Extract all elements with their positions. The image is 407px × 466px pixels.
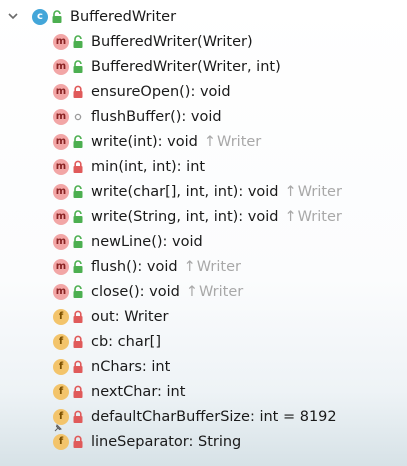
method-icon: m	[53, 158, 69, 175]
item-label: lineSeparator: String	[91, 433, 242, 450]
item-label: nextChar: int	[91, 383, 186, 400]
lock-icon	[72, 435, 84, 449]
method-icon: m	[53, 33, 69, 50]
method-icon: m	[53, 283, 69, 300]
field-icon: f	[53, 358, 69, 375]
inherited-class: Writer	[217, 133, 262, 150]
inherited-from: ↑Writer	[186, 284, 243, 300]
unlock-icon	[72, 234, 84, 249]
tree-item[interactable]: m flush(): void ↑Writer	[0, 254, 407, 279]
method-icon: m	[53, 258, 69, 275]
item-label: close(): void	[91, 283, 180, 300]
structure-panel: c BufferedWriter m BufferedWriter(Writer)…	[0, 0, 407, 466]
up-arrow-icon: ↑	[183, 258, 196, 275]
unlock-icon	[51, 9, 63, 24]
item-label: write(char[], int, int): void	[91, 183, 279, 200]
item-label: newLine(): void	[91, 233, 203, 250]
tree-item[interactable]: m write(String, int, int): void ↑Writer	[0, 204, 407, 229]
unlock-icon	[72, 284, 84, 299]
tree-item[interactable]: f out: Writer	[0, 304, 407, 329]
inherited-from: ↑Writer	[285, 184, 342, 200]
tree-item[interactable]: m BufferedWriter(Writer, int)	[0, 54, 407, 79]
field-icon: f	[53, 433, 69, 450]
up-arrow-icon: ↑	[185, 283, 198, 300]
item-label: BufferedWriter(Writer, int)	[91, 58, 281, 75]
tree-item[interactable]: f defaultCharBufferSize: int = 8192	[0, 404, 407, 432]
unlock-icon	[72, 134, 84, 149]
tree-item[interactable]: f nChars: int	[0, 354, 407, 379]
item-label: ensureOpen(): void	[91, 83, 231, 100]
class-icon: c	[32, 8, 48, 25]
item-label: flush(): void	[91, 258, 178, 275]
inherited-from: ↑Writer	[204, 134, 261, 150]
method-icon: m	[53, 183, 69, 200]
up-arrow-icon: ↑	[284, 208, 297, 225]
tree-item[interactable]: m newLine(): void	[0, 229, 407, 254]
item-label: nChars: int	[91, 358, 171, 375]
unlock-icon	[72, 184, 84, 199]
tree-item[interactable]: m ensureOpen(): void	[0, 79, 407, 104]
tree-item[interactable]: f cb: char[]	[0, 329, 407, 354]
item-label: BufferedWriter(Writer)	[91, 33, 253, 50]
method-icon: m	[53, 208, 69, 225]
lock-icon	[72, 310, 84, 324]
inherited-from: ↑Writer	[184, 259, 241, 275]
item-label: cb: char[]	[91, 333, 161, 350]
up-arrow-icon: ↑	[203, 133, 217, 150]
method-icon: m	[53, 108, 69, 125]
item-label: write(int): void	[91, 133, 198, 150]
class-name: BufferedWriter	[70, 8, 177, 25]
method-icon: m	[53, 233, 69, 250]
tree-item[interactable]: m min(int, int): int	[0, 154, 407, 179]
tree-item[interactable]: f lineSeparator: String	[0, 429, 407, 454]
inherited-from: ↑Writer	[284, 209, 341, 225]
tree-item[interactable]: m write(int): void ↑Writer	[0, 129, 407, 154]
lock-icon	[72, 360, 84, 374]
inherited-class: Writer	[199, 283, 244, 300]
field-icon: f	[53, 383, 69, 400]
lock-icon	[72, 385, 84, 399]
item-label: min(int, int): int	[91, 158, 206, 175]
tree-item[interactable]: m close(): void ↑Writer	[0, 279, 407, 304]
unlock-icon	[72, 59, 84, 74]
method-icon: m	[53, 133, 69, 150]
item-label: write(String, int, int): void	[91, 208, 279, 225]
chevron-down-icon[interactable]	[7, 10, 19, 22]
tree-item[interactable]: m BufferedWriter(Writer)	[0, 29, 407, 54]
inherited-class: Writer	[196, 258, 241, 275]
tree-root-buffered-writer[interactable]: c BufferedWriter	[0, 4, 407, 29]
method-icon: m	[53, 58, 69, 75]
lock-icon	[72, 85, 84, 99]
unlock-icon	[72, 209, 84, 224]
lock-icon	[72, 335, 84, 349]
unlock-icon	[72, 259, 84, 274]
circle-icon	[72, 110, 84, 124]
item-label: defaultCharBufferSize: int = 8192	[91, 408, 337, 425]
tree-item[interactable]: f nextChar: int	[0, 379, 407, 404]
up-arrow-icon: ↑	[284, 183, 297, 200]
inherited-class: Writer	[297, 183, 342, 200]
lock-icon	[72, 160, 84, 174]
tree-item[interactable]: m flushBuffer(): void	[0, 104, 407, 129]
unlock-icon	[72, 34, 84, 49]
method-icon: m	[53, 83, 69, 100]
tree-item[interactable]: m write(char[], int, int): void ↑Writer	[0, 179, 407, 204]
inherited-class: Writer	[297, 208, 342, 225]
item-label: flushBuffer(): void	[91, 108, 222, 125]
item-label: out: Writer	[91, 308, 169, 325]
lock-icon	[72, 410, 84, 424]
field-icon: f	[53, 308, 69, 325]
field-icon: f	[53, 333, 69, 350]
